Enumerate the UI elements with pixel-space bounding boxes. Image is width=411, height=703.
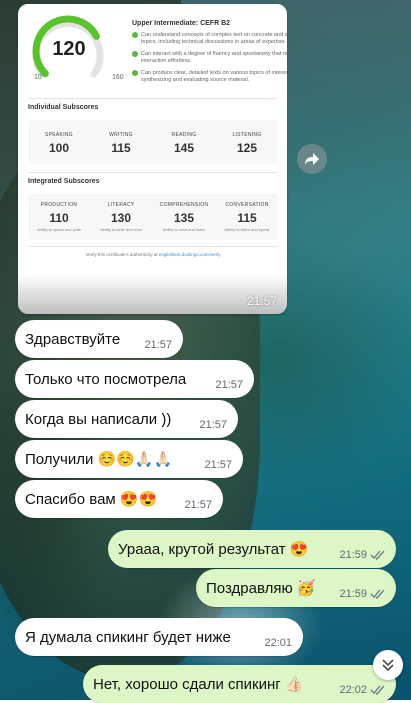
subscore-production: PRODUCTION 110 Ability to speak and write bbox=[36, 202, 82, 232]
subscore-conversation: CONVERSATION 115 Ability to listen and spe… bbox=[224, 202, 270, 232]
double-check-icon bbox=[370, 589, 385, 599]
message-time: 21:57 bbox=[184, 499, 212, 511]
certificate-image-message[interactable]: 120 10 160 Upper Intermediate: CEFR B2 C… bbox=[18, 4, 287, 314]
subscore-comprehension: COMPREHENSION 135 Ability to read and list… bbox=[159, 202, 209, 232]
check-icon bbox=[132, 51, 138, 57]
message-time: 22:01 bbox=[264, 637, 292, 649]
double-check-icon bbox=[370, 685, 385, 695]
gauge-max: 160 bbox=[112, 74, 124, 81]
incoming-message[interactable]: Когда вы написали )) 21:57 bbox=[15, 400, 238, 438]
overall-score: 120 bbox=[52, 38, 86, 60]
outgoing-message[interactable]: Урааа, крутой результат 😍 21:59 bbox=[108, 530, 396, 568]
subscore-reading: READING 145 bbox=[171, 132, 197, 155]
integrated-subscores: PRODUCTION 110 Ability to speak and write … bbox=[28, 194, 278, 240]
message-time: 21:57 bbox=[215, 379, 243, 391]
verify-note: Verify this certificate's authenticity a… bbox=[85, 252, 221, 257]
level-title: Upper Intermediate: CEFR B2 bbox=[132, 20, 231, 27]
outgoing-message[interactable]: Поздравляю 🥳 21:59 bbox=[196, 569, 396, 607]
incoming-message[interactable]: Только что посмотрела 21:57 bbox=[15, 360, 254, 398]
certificate-sheet: 120 10 160 Upper Intermediate: CEFR B2 C… bbox=[24, 4, 287, 288]
check-icon bbox=[132, 70, 138, 76]
double-chevron-down-icon[interactable] bbox=[373, 650, 403, 680]
message-time: 21:57 bbox=[144, 339, 172, 351]
subscore-literacy: LITERACY 130 Ability to write and read bbox=[100, 202, 142, 232]
subscore-writing: WRITING 115 bbox=[109, 132, 133, 155]
incoming-message[interactable]: Получили ☺️☺️🙏🏻🙏🏻 21:57 bbox=[15, 440, 243, 478]
outgoing-message[interactable]: Нет, хорошо сдали спикинг 👍🏻 22:02 bbox=[83, 665, 396, 703]
forward-arrow-icon[interactable] bbox=[297, 144, 327, 174]
message-time: 21:59 bbox=[339, 588, 367, 600]
double-check-icon bbox=[370, 550, 385, 560]
integrated-subscores-title: Integrated Subscores bbox=[28, 178, 100, 185]
descriptor: Can interact with a degree of fluency an… bbox=[132, 51, 287, 65]
message-time: 21:57 bbox=[199, 419, 227, 431]
descriptor: Can produce clear, detailed texts on var… bbox=[132, 70, 287, 84]
incoming-message[interactable]: Здравствуйте 21:57 bbox=[15, 320, 183, 358]
message-time: 21:57 bbox=[246, 294, 277, 308]
verify-link: englishtest.duolingo.com/verify bbox=[158, 252, 221, 257]
individual-subscores: SPEAKING 100 WRITING 115 READING 145 LISTEN… bbox=[28, 120, 278, 164]
individual-subscores-title: Individual Subscores bbox=[28, 104, 99, 111]
incoming-message[interactable]: Спасибо вам 😍😍 21:57 bbox=[15, 480, 223, 518]
check-icon bbox=[132, 32, 138, 38]
subscore-speaking: SPEAKING 100 bbox=[45, 132, 73, 155]
message-time: 22:02 bbox=[339, 684, 367, 696]
incoming-message[interactable]: Я думала спикинг будет ниже 22:01 bbox=[15, 618, 303, 656]
subscore-listening: LISTENING 125 bbox=[232, 132, 262, 155]
descriptor: Can understand concepts of complex text … bbox=[132, 32, 287, 46]
message-time: 21:59 bbox=[339, 549, 367, 561]
gauge-min: 10 bbox=[34, 74, 42, 81]
message-time: 21:57 bbox=[204, 459, 232, 471]
